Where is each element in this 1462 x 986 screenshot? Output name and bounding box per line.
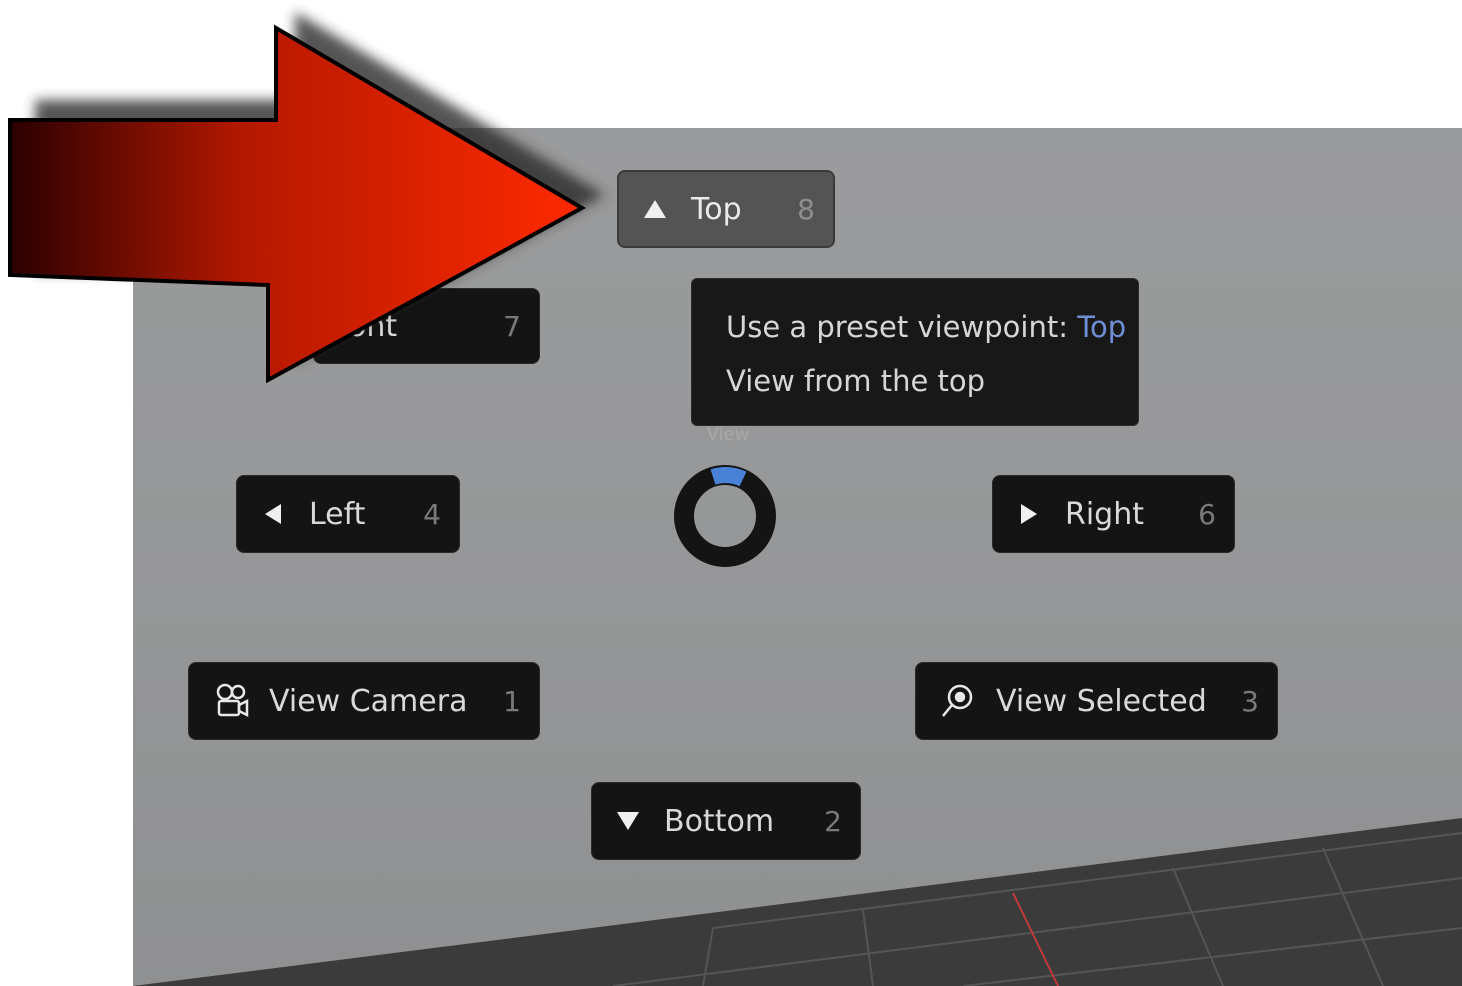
pie-item-top[interactable]: Top 8 xyxy=(617,170,835,248)
pie-item-left-shortcut: 4 xyxy=(423,497,441,531)
pie-item-bottom-shortcut: 2 xyxy=(824,804,842,838)
pie-item-bottom[interactable]: Bottom 2 xyxy=(591,782,861,860)
pie-item-right[interactable]: Right 6 xyxy=(992,475,1235,553)
tooltip-prefix: Use a preset viewpoint: xyxy=(726,310,1068,344)
zoom-selected-icon xyxy=(938,681,978,721)
pie-item-view-camera[interactable]: View Camera 1 xyxy=(188,662,540,740)
pie-item-left-label: Left xyxy=(309,496,366,532)
pie-item-right-shortcut: 6 xyxy=(1198,497,1216,531)
pie-item-right-label: Right xyxy=(1065,496,1144,532)
triangle-left-icon xyxy=(259,500,287,528)
pie-direction-ring xyxy=(674,465,776,567)
pie-item-view-camera-label: View Camera xyxy=(269,683,468,719)
pie-item-top-shortcut: 8 xyxy=(797,192,815,226)
camera-icon xyxy=(211,681,251,721)
triangle-right-icon xyxy=(1015,500,1043,528)
tooltip: Use a preset viewpoint: Top View from th… xyxy=(691,278,1139,426)
pie-item-left[interactable]: Left 4 xyxy=(236,475,460,553)
pie-item-view-selected[interactable]: View Selected 3 xyxy=(915,662,1278,740)
pie-item-bottom-label: Bottom xyxy=(664,803,775,839)
tooltip-description: View from the top xyxy=(726,364,986,398)
triangle-up-icon xyxy=(641,195,669,223)
pie-item-view-camera-shortcut: 1 xyxy=(503,684,521,718)
annotation-arrow xyxy=(8,12,605,384)
pie-item-view-selected-shortcut: 3 xyxy=(1241,684,1259,718)
pie-item-view-selected-label: View Selected xyxy=(996,683,1207,719)
pie-item-top-label: Top xyxy=(691,191,742,227)
triangle-down-icon xyxy=(614,807,642,835)
pie-center-label: View xyxy=(706,424,750,445)
tooltip-value: Top xyxy=(1077,310,1127,344)
